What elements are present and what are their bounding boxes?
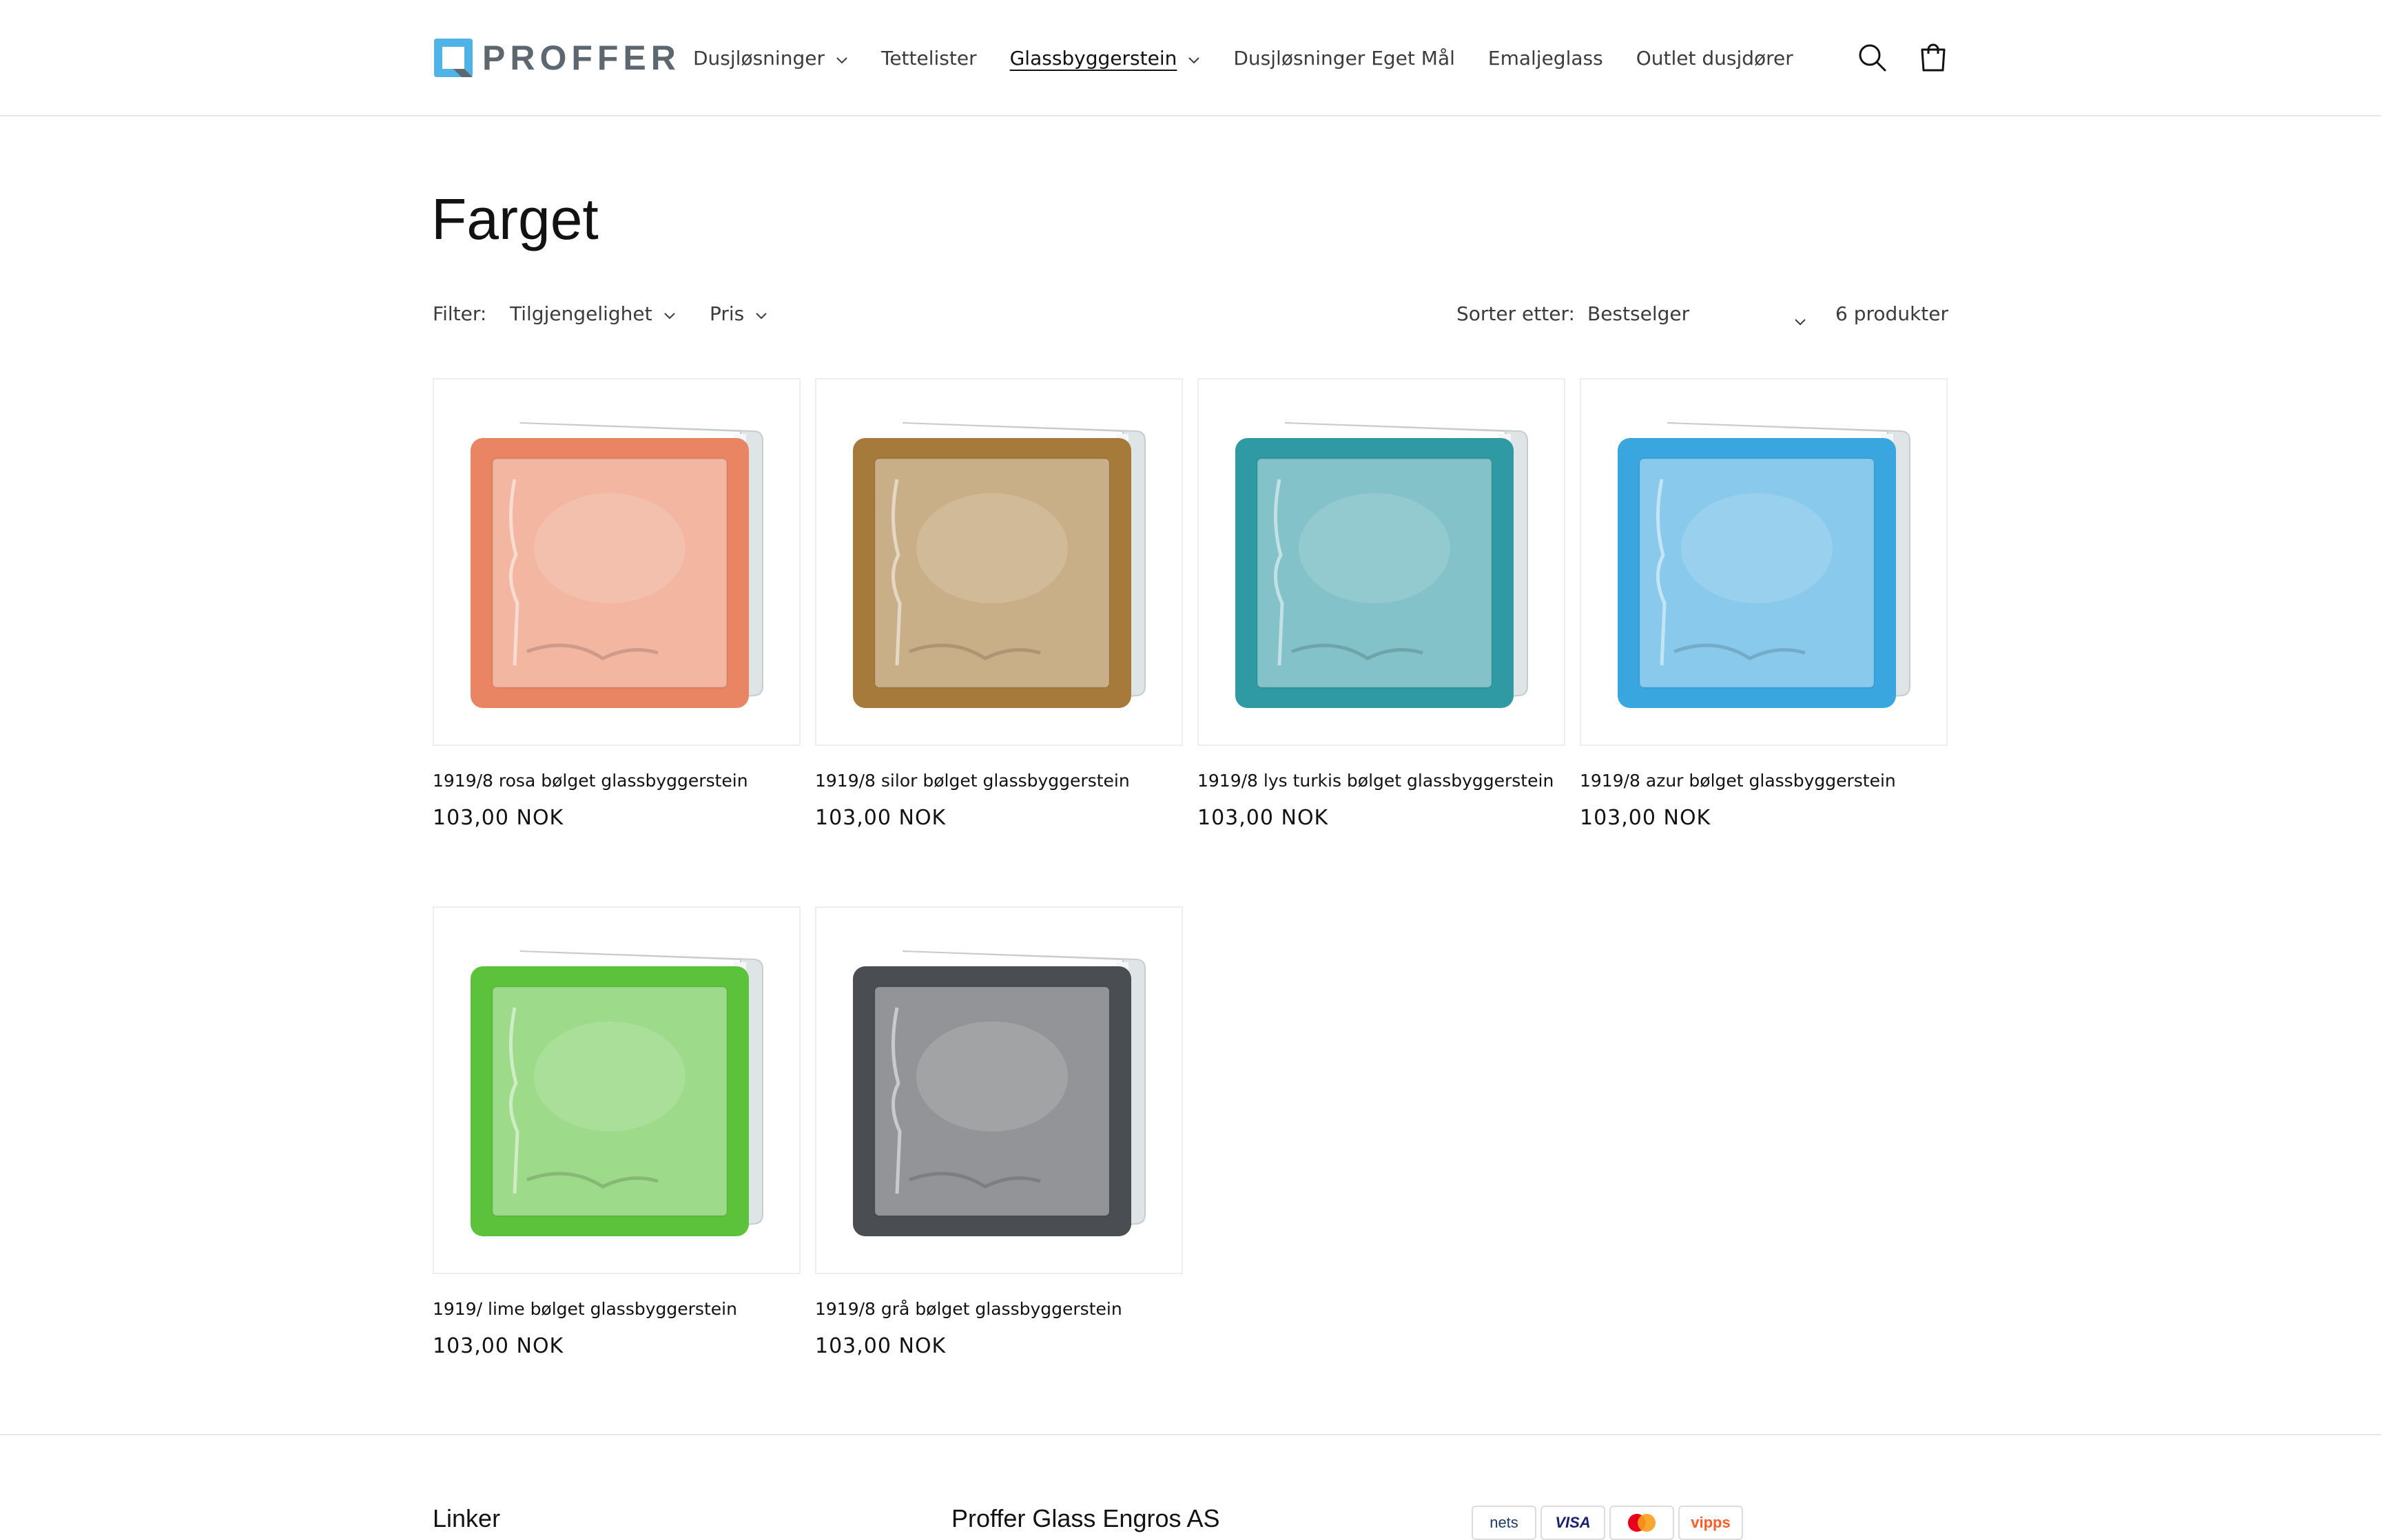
- nav-item-tettelister[interactable]: Tettelister: [881, 47, 977, 70]
- chevron-down-icon: [663, 302, 676, 325]
- glass-block-image: [853, 950, 1146, 1236]
- filter-price[interactable]: Pris: [710, 296, 767, 331]
- footer-heading-company: Proffer Glass Engros AS: [951, 1504, 1220, 1532]
- sort-select-value: Bestselger: [1587, 302, 1690, 325]
- nav-item-glassbyggerstein[interactable]: Glassbyggerstein: [1010, 47, 1201, 70]
- product-image[interactable]: [1580, 378, 1948, 746]
- product-count: 6 produkter: [1835, 302, 1948, 325]
- product-price: 103,00 NOK: [1580, 806, 1711, 830]
- cart-icon[interactable]: [1915, 40, 1951, 76]
- nav-item-label: Dusjløsninger: [693, 46, 825, 70]
- nav-item-label: Outlet dusjdører: [1636, 46, 1793, 70]
- product-price: 103,00 NOK: [815, 1334, 947, 1358]
- nav-item-emaljeglass[interactable]: Emaljeglass: [1488, 47, 1603, 70]
- chevron-down-icon: [1794, 309, 1806, 331]
- chevron-down-icon: [755, 302, 767, 325]
- sort-select[interactable]: Bestselger: [1587, 296, 1806, 331]
- filter-availability[interactable]: Tilgjengelighet: [510, 296, 676, 331]
- glass-block-image: [471, 422, 763, 708]
- product-price: 103,00 NOK: [815, 806, 947, 830]
- visa-icon: VISA: [1540, 1506, 1605, 1540]
- chevron-down-icon: [836, 47, 848, 70]
- nav-item-dusjlosninger-eget-mal[interactable]: Dusjløsninger Eget Mål: [1233, 47, 1455, 70]
- glass-block-image: [853, 422, 1146, 708]
- product-card[interactable]: 1919/8 silor bølget glassbyggerstein 103…: [815, 378, 1183, 830]
- logo-mark-icon: [433, 37, 474, 79]
- nav-item-label: Glassbyggerstein: [1009, 46, 1177, 70]
- product-title[interactable]: 1919/8 azur bølget glassbyggerstein: [1580, 771, 1948, 791]
- product-title[interactable]: 1919/8 rosa bølget glassbyggerstein: [433, 771, 801, 791]
- glass-block-image: [1618, 422, 1910, 708]
- product-price: 103,00 NOK: [433, 1334, 564, 1358]
- nets-label: nets: [1490, 1514, 1518, 1531]
- filter-availability-label: Tilgjengelighet: [510, 302, 652, 325]
- filter-price-label: Pris: [710, 302, 745, 325]
- product-title[interactable]: 1919/8 grå bølget glassbyggerstein: [815, 1299, 1183, 1319]
- sort-label: Sorter etter:: [1456, 302, 1575, 325]
- vipps-label: vipps: [1691, 1514, 1731, 1531]
- filter-bar: Filter: Tilgjengelighet Pris Sorter ette…: [433, 296, 1948, 331]
- brand-logo[interactable]: PROFFER: [433, 37, 681, 79]
- search-icon[interactable]: [1855, 40, 1890, 76]
- product-card[interactable]: 1919/ lime bølget glassbyggerstein 103,0…: [433, 906, 801, 1358]
- glass-block-image: [471, 950, 763, 1236]
- product-title[interactable]: 1919/8 silor bølget glassbyggerstein: [815, 771, 1183, 791]
- glass-block-image: [1235, 422, 1528, 708]
- nav-item-outlet-dusjdorer[interactable]: Outlet dusjdører: [1636, 47, 1793, 70]
- product-title[interactable]: 1919/8 lys turkis bølget glassbyggerstei…: [1197, 771, 1565, 791]
- site-footer: Linker Proffer Glass Engros AS nets VISA…: [0, 1434, 2381, 1540]
- product-image[interactable]: [815, 906, 1183, 1274]
- filter-label: Filter:: [433, 302, 487, 325]
- product-image[interactable]: [1197, 378, 1565, 746]
- nets-icon: nets: [1472, 1506, 1536, 1540]
- page-title: Farget: [431, 187, 599, 251]
- product-card[interactable]: 1919/8 azur bølget glassbyggerstein 103,…: [1580, 378, 1948, 830]
- product-price: 103,00 NOK: [433, 806, 564, 830]
- mastercard-icon: [1609, 1506, 1674, 1540]
- product-image[interactable]: [433, 906, 801, 1274]
- main-nav: Dusjløsninger Tettelister Glassbyggerste…: [693, 36, 1826, 80]
- product-card[interactable]: 1919/8 grå bølget glassbyggerstein 103,0…: [815, 906, 1183, 1358]
- site-header: PROFFER Dusjløsninger Tettelister Glassb…: [0, 0, 2381, 116]
- product-image[interactable]: [433, 378, 801, 746]
- nav-item-label: Emaljeglass: [1487, 46, 1603, 70]
- payment-icons: nets VISA vipps: [1472, 1506, 1747, 1540]
- product-card[interactable]: 1919/8 rosa bølget glassbyggerstein 103,…: [433, 378, 801, 830]
- vipps-icon: vipps: [1678, 1506, 1743, 1540]
- nav-item-label: Dusjløsninger Eget Mål: [1233, 46, 1455, 70]
- nav-item-label: Tettelister: [880, 46, 977, 70]
- product-title[interactable]: 1919/ lime bølget glassbyggerstein: [433, 1299, 801, 1319]
- product-image[interactable]: [815, 378, 1183, 746]
- footer-heading-links: Linker: [433, 1504, 501, 1532]
- product-price: 103,00 NOK: [1197, 806, 1329, 830]
- nav-item-dusjlosninger[interactable]: Dusjløsninger: [693, 47, 848, 70]
- chevron-down-icon: [1188, 47, 1200, 70]
- product-card[interactable]: 1919/8 lys turkis bølget glassbyggerstei…: [1197, 378, 1565, 830]
- visa-label: VISA: [1555, 1514, 1591, 1531]
- brand-name: PROFFER: [482, 39, 681, 77]
